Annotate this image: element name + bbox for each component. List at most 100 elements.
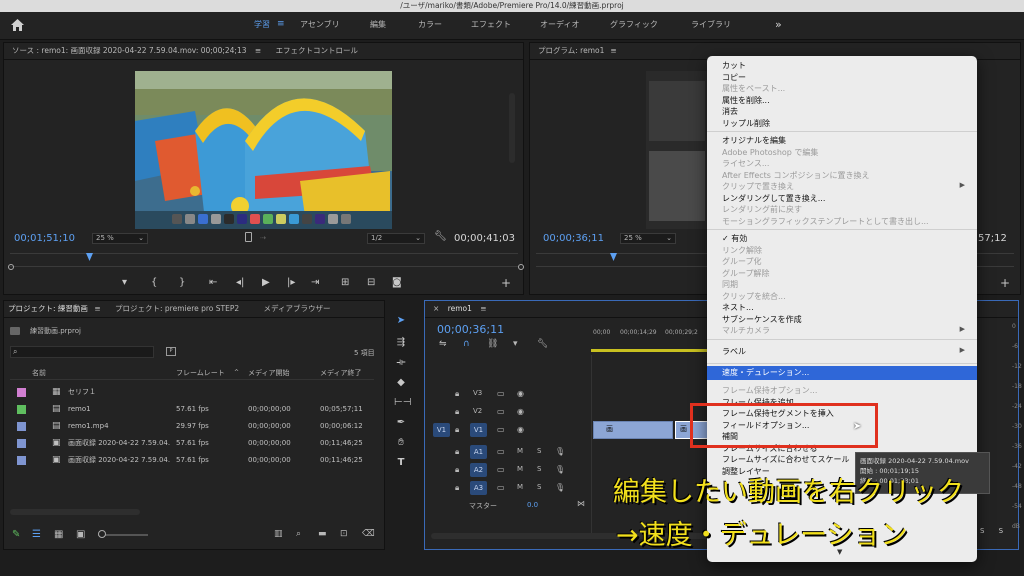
tab-editing[interactable]: 編集 (370, 12, 386, 40)
settings-drag-icon[interactable]: ⇢ (260, 234, 266, 242)
lock-icon[interactable]: 🔒︎ (455, 425, 459, 435)
tab-effects[interactable]: エフェクト (471, 12, 511, 40)
menu-item[interactable]: 属性を削除... (722, 95, 770, 106)
snap-icon[interactable]: ∩ (463, 339, 470, 349)
video-clip[interactable]: 画 (593, 421, 673, 439)
master-volume[interactable]: 0.0 (527, 501, 538, 509)
add-button-icon[interactable]: + (501, 276, 511, 290)
scroll-handle-left[interactable] (8, 264, 14, 270)
menu-item[interactable]: カット (722, 60, 746, 71)
menu-item[interactable]: コピー (722, 72, 746, 83)
play-icon[interactable]: ▶ (262, 277, 270, 288)
nest-icon[interactable]: ⇋ (439, 339, 447, 349)
eye-icon[interactable]: ◉ (517, 389, 524, 398)
go-to-out-icon[interactable]: ⇥ (311, 277, 319, 288)
slip-icon[interactable]: ⊢⊣ (394, 396, 411, 410)
find-icon[interactable]: ⌕ (296, 529, 301, 539)
menu-item[interactable]: レンダリングして置き換え... (722, 193, 825, 204)
solo-button[interactable]: S (537, 465, 541, 473)
zoom-slider-handle[interactable] (98, 530, 106, 538)
project-tab-active[interactable]: プロジェクト: 練習動画 (8, 304, 88, 313)
razor-icon[interactable]: ◆ (394, 376, 408, 390)
tab-libraries[interactable]: ライブラリ (691, 12, 731, 40)
sync-icon[interactable]: ▭ (497, 465, 505, 474)
effect-controls-tab[interactable]: エフェクトコントロール (276, 46, 359, 55)
selection-tool-icon[interactable]: ➤ (394, 314, 408, 328)
mark-in-icon[interactable]: { (151, 277, 157, 288)
new-bin-icon[interactable]: P (166, 347, 176, 356)
source-patch-v1[interactable]: V1 (433, 423, 450, 437)
go-to-in-icon[interactable]: ⇤ (209, 277, 217, 288)
program-zoom-select[interactable]: 25 % ⌄ (620, 233, 676, 244)
new-bin-footer-icon[interactable]: ▬ (318, 529, 327, 539)
sort-icon[interactable]: ^ (234, 366, 239, 380)
sync-icon[interactable]: ▭ (497, 425, 505, 434)
source-zoom-select[interactable]: 25 % ⌄ (92, 233, 148, 244)
label-color-swatch[interactable] (17, 422, 26, 431)
step-forward-icon[interactable]: |▸ (287, 277, 295, 288)
source-tab[interactable]: ソース : remo1: 画面収録 2020-04-22 7.59.04.mov… (12, 46, 246, 55)
linked-selection-icon[interactable]: ⛓︎ (487, 339, 498, 349)
pencil-icon[interactable]: ✎ (12, 529, 20, 540)
col-name[interactable]: 名前 (32, 366, 46, 380)
table-row[interactable]: ▣ 画面収録 2020-04-22 7.59.04. 57.61 fps 00;… (10, 435, 374, 452)
timeline-settings-icon[interactable]: 🔧︎ (537, 339, 548, 349)
home-icon[interactable] (10, 18, 25, 32)
mark-out-icon[interactable]: } (179, 277, 185, 288)
solo-button[interactable]: S (537, 483, 541, 491)
type-tool-icon[interactable]: T (394, 456, 408, 470)
go-to-end-icon[interactable]: ⋈ (577, 499, 585, 508)
more-workspaces-button[interactable]: » (775, 12, 782, 40)
lock-icon[interactable]: 🔒︎ (455, 447, 459, 457)
menu-item[interactable]: ネスト... (722, 302, 754, 313)
project-tab-step2[interactable]: プロジェクト: premiere pro STEP2 (115, 304, 239, 313)
add-marker-icon[interactable]: ▾ (513, 339, 518, 349)
tab-graphics[interactable]: グラフィック (610, 12, 658, 40)
menu-item[interactable]: フレームサイズに合わせてスケール (722, 454, 850, 465)
col-start[interactable]: メディア開始 (248, 366, 290, 380)
tab-assembly[interactable]: アセンブリ (300, 12, 340, 40)
list-view-icon[interactable]: ☰ (32, 529, 41, 540)
label-color-swatch[interactable] (17, 439, 26, 448)
media-browser-tab[interactable]: メディアブラウザー (264, 304, 331, 313)
mute-button[interactable]: M (517, 483, 523, 491)
label-color-swatch[interactable] (17, 388, 26, 397)
source-resolution-select[interactable]: 1/2 ⌄ (367, 233, 425, 244)
panel-menu-icon[interactable]: ≡ (610, 46, 616, 55)
eye-icon[interactable]: ◉ (517, 425, 524, 434)
new-item-icon[interactable]: ⊡ (340, 529, 348, 539)
track-label-v1[interactable]: V1 (470, 423, 487, 437)
hand-icon[interactable]: ✋︎ (394, 436, 408, 450)
mic-icon[interactable]: 🎙︎ (555, 465, 565, 474)
table-row[interactable]: ▤ remo1.mp4 29.97 fps 00;00;00;00 00;00;… (10, 418, 374, 435)
close-icon[interactable]: × (433, 304, 439, 313)
program-tab[interactable]: プログラム: remo1 (538, 46, 604, 55)
timeline-timecode[interactable]: 00;00;36;11 (437, 323, 504, 336)
work-area-bar[interactable] (591, 349, 711, 352)
step-back-icon[interactable]: ◂| (236, 277, 244, 288)
icon-view-icon[interactable]: ▦ (54, 529, 63, 540)
tab-audio[interactable]: オーディオ (540, 12, 579, 40)
pen-icon[interactable]: ✒ (394, 416, 408, 430)
program-add-button-icon[interactable]: + (1000, 276, 1010, 290)
eye-icon[interactable]: ◉ (517, 407, 524, 416)
menu-item[interactable]: リップル削除 (722, 118, 770, 129)
track-label-a3[interactable]: A3 (470, 481, 487, 495)
program-timecode-left[interactable]: 00;00;36;11 (543, 233, 604, 244)
lock-icon[interactable]: 🔒︎ (455, 465, 459, 475)
tab-learning[interactable]: 学習 (254, 12, 270, 40)
project-scrollbar[interactable] (10, 509, 140, 515)
ripple-edit-icon[interactable]: ⟛ (394, 356, 408, 370)
menu-item[interactable]: サブシーケンスを作成 (722, 314, 802, 325)
lock-icon[interactable]: 🔒︎ (455, 483, 459, 493)
menu-item-speed-duration[interactable]: 速度・デュレーション... (707, 365, 977, 380)
track-select-icon[interactable]: ⇶ (394, 336, 408, 350)
col-end[interactable]: メディア終了 (320, 366, 362, 380)
source-timecode-left[interactable]: 00;01;51;10 (14, 233, 75, 244)
project-search-input[interactable]: ⌕ (10, 346, 154, 358)
freeform-view-icon[interactable]: ▣ (76, 529, 85, 540)
mic-icon[interactable]: 🎙︎ (555, 447, 565, 456)
sequence-tab[interactable]: remo1 (448, 304, 472, 313)
mute-button[interactable]: M (517, 465, 523, 473)
wrench-icon[interactable]: 🔧︎ (434, 231, 447, 242)
